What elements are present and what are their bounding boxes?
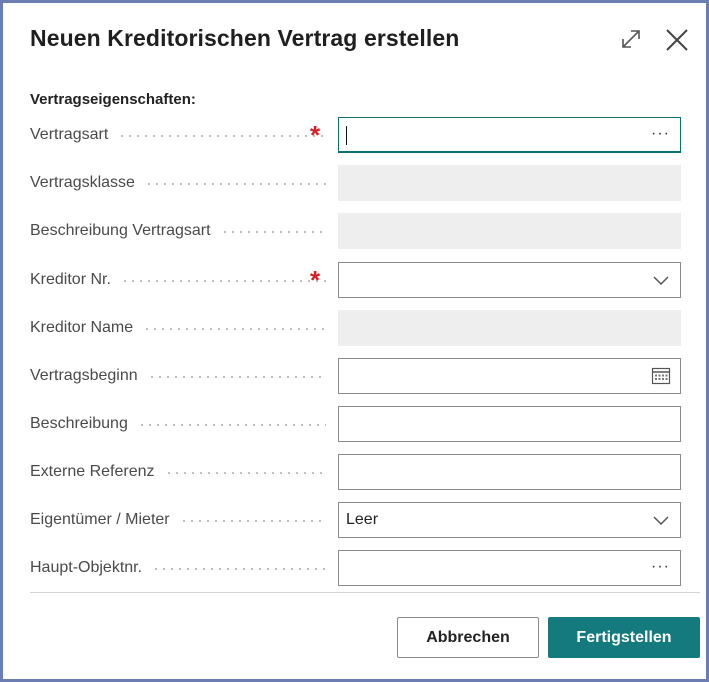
kreditor-name-field [338,310,681,346]
dialog-title: Neuen Kreditorischen Vertrag erstellen [30,25,460,51]
row-beschreibung-vertragsart: Beschreibung Vertragsart [30,213,682,249]
vertragsbeginn-date-input[interactable] [338,358,681,394]
row-externe-referenz: Externe Referenz [30,454,682,490]
row-vertragsart: Vertragsart * ··· [30,117,682,153]
haupt-objektnr-input[interactable]: ··· [338,550,681,586]
field-label: Kreditor Nr. [30,262,330,298]
row-vertragsbeginn: Vertragsbeginn [30,358,682,394]
section-heading: Vertragseigenschaften: [30,91,196,108]
chevron-down-icon[interactable] [650,510,672,530]
required-marker: * [310,265,321,295]
row-eigentuemer-mieter: Eigentümer / Mieter Leer [30,502,682,538]
calendar-icon[interactable] [650,366,672,386]
beschreibung-input[interactable] [338,406,681,442]
chevron-down-icon[interactable] [650,270,672,290]
footer-divider [30,592,700,593]
lookup-ellipsis-icon[interactable]: ··· [651,125,670,143]
vertragsart-input[interactable]: ··· [338,117,681,153]
field-label: Externe Referenz [30,454,330,490]
required-marker: * [310,120,321,150]
field-label: Beschreibung [30,406,330,442]
field-label: Haupt-Objektnr. [30,550,330,586]
cancel-button[interactable]: Abbrechen [397,617,539,658]
dialog-frame: Neuen Kreditorischen Vertrag erstellen V… [0,0,709,682]
field-label: Vertragsbeginn [30,358,330,394]
eigentuemer-mieter-select[interactable]: Leer [338,502,681,538]
row-vertragsklasse: Vertragsklasse [30,165,682,201]
vertragsklasse-field [338,165,681,201]
externe-referenz-input[interactable] [338,454,681,490]
text-caret [346,126,347,145]
lookup-ellipsis-icon[interactable]: ··· [651,558,670,576]
row-haupt-objektnr: Haupt-Objektnr. ··· [30,550,682,586]
field-label: Beschreibung Vertragsart [30,213,330,249]
beschreibung-vertragsart-field [338,213,681,249]
finish-button[interactable]: Fertigstellen [548,617,700,658]
field-label: Eigentümer / Mieter [30,502,330,538]
kreditor-nr-select[interactable] [338,262,681,298]
row-beschreibung: Beschreibung [30,406,682,442]
expand-icon[interactable] [619,27,643,51]
row-kreditor-nr: Kreditor Nr. * [30,262,682,298]
field-label: Kreditor Name [30,310,330,346]
field-label: Vertragsart [30,117,330,153]
field-label: Vertragsklasse [30,165,330,201]
close-icon[interactable] [664,27,690,53]
row-kreditor-name: Kreditor Name [30,310,682,346]
